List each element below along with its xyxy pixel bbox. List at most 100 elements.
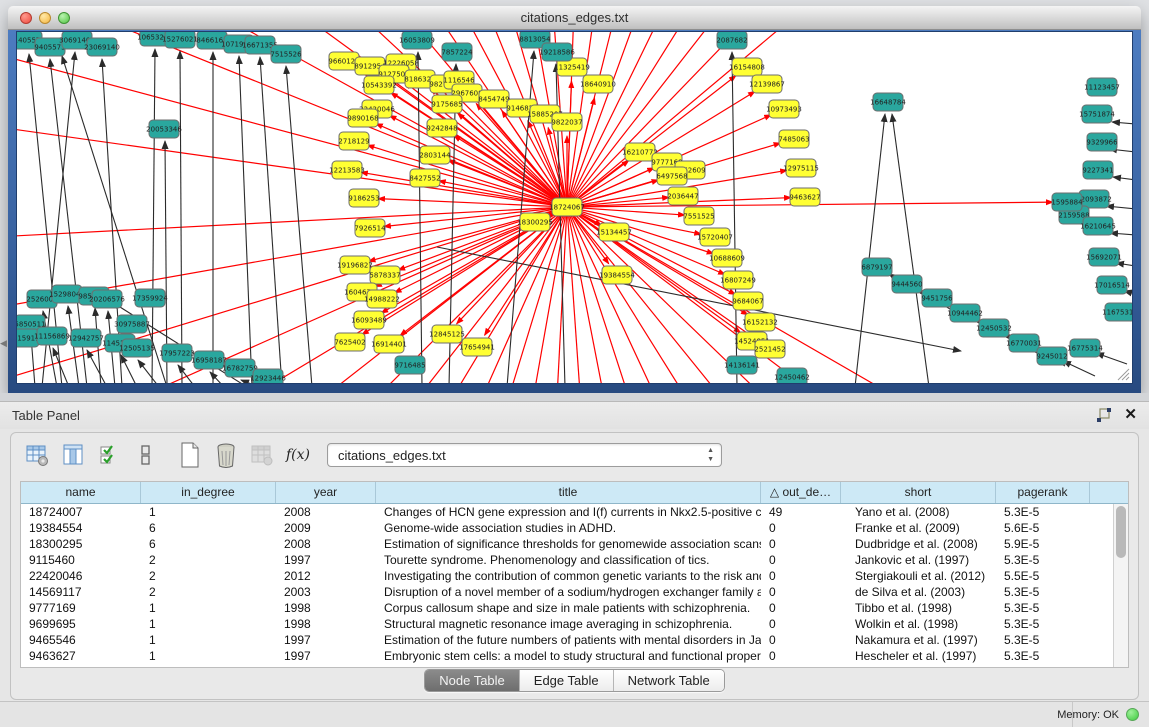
edge[interactable] bbox=[138, 360, 159, 384]
graph-node[interactable]: 18640910 bbox=[580, 75, 616, 93]
table-cell[interactable]: 0 bbox=[761, 616, 841, 632]
graph-node[interactable]: 14136141 bbox=[724, 356, 760, 374]
close-window-button[interactable] bbox=[20, 12, 32, 24]
table-cell[interactable]: 5.6E-5 bbox=[996, 520, 1090, 536]
graph-node[interactable]: 2087682 bbox=[716, 32, 747, 49]
table-cell[interactable]: 0 bbox=[761, 632, 841, 648]
table-cell[interactable]: 18724007 bbox=[21, 504, 141, 520]
graph-node[interactable]: 7926514 bbox=[354, 219, 386, 237]
table-cell[interactable]: 0 bbox=[761, 584, 841, 600]
table-cell[interactable]: 1 bbox=[141, 632, 276, 648]
table-cell[interactable]: 6 bbox=[141, 536, 276, 552]
table-row[interactable]: 969969511998Structural magnetic resonanc… bbox=[21, 616, 1113, 632]
column-header-in-degree[interactable]: in_degree bbox=[141, 482, 276, 503]
table-cell[interactable]: 1 bbox=[141, 648, 276, 664]
table-row[interactable]: 1872400712008Changes of HCN gene express… bbox=[21, 504, 1113, 520]
graph-node[interactable]: 12942757 bbox=[68, 329, 104, 347]
resize-grip[interactable] bbox=[1116, 367, 1130, 381]
graph-node[interactable]: 9716485 bbox=[394, 356, 425, 374]
graph-node[interactable]: 23069140 bbox=[84, 38, 120, 56]
table-cell[interactable]: Embryonic stem cells: a model to study s… bbox=[376, 648, 761, 664]
table-cell[interactable]: Disruption of a novel member of a sodium… bbox=[376, 584, 761, 600]
tab-node-table[interactable]: Node Table bbox=[425, 670, 520, 691]
graph-node[interactable]: 16807249 bbox=[720, 271, 756, 289]
graph-node[interactable]: 10688609 bbox=[709, 249, 745, 267]
maximize-window-button[interactable] bbox=[58, 12, 70, 24]
graph-node[interactable]: 16648784 bbox=[870, 93, 906, 111]
table-cell[interactable]: 2008 bbox=[276, 504, 376, 520]
table-row[interactable]: 1830029562008Estimation of significance … bbox=[21, 536, 1113, 552]
table-cell[interactable]: 2 bbox=[141, 552, 276, 568]
graph-node[interactable]: 2521452 bbox=[754, 340, 785, 358]
edge[interactable] bbox=[1110, 233, 1132, 235]
graph-node[interactable]: 16053809 bbox=[399, 32, 435, 49]
table-cell[interactable]: 5.5E-5 bbox=[996, 568, 1090, 584]
import-table-button[interactable] bbox=[249, 441, 275, 469]
edge[interactable] bbox=[567, 32, 1012, 207]
table-cell[interactable]: Estimation of significance thresholds fo… bbox=[376, 536, 761, 552]
graph-node[interactable]: 15720407 bbox=[697, 228, 733, 246]
table-cell[interactable]: 5.3E-5 bbox=[996, 552, 1090, 568]
table-cell[interactable]: 1997 bbox=[276, 648, 376, 664]
table-cell[interactable]: Investigating the contribution of common… bbox=[376, 568, 761, 584]
graph-node[interactable]: 6879197 bbox=[861, 258, 892, 276]
table-cell[interactable]: 1 bbox=[141, 504, 276, 520]
graph-node[interactable]: 8454749 bbox=[478, 90, 509, 108]
table-cell[interactable]: 0 bbox=[761, 600, 841, 616]
column-settings-button[interactable] bbox=[25, 441, 51, 469]
column-header-short[interactable]: short bbox=[841, 482, 996, 503]
table-row[interactable]: 2242004622012Investigating the contribut… bbox=[21, 568, 1113, 584]
table-row[interactable]: 946362711997Embryonic stem cells: a mode… bbox=[21, 648, 1113, 664]
graph-node[interactable]: 14988222 bbox=[364, 290, 400, 308]
delete-column-button[interactable] bbox=[213, 441, 239, 469]
graph-node[interactable]: 7485063 bbox=[778, 130, 809, 148]
edge[interactable] bbox=[286, 66, 312, 384]
graph-node[interactable]: 12975115 bbox=[783, 159, 819, 177]
graph-node[interactable]: 16154808 bbox=[729, 58, 765, 76]
graph-node[interactable]: 18300295 bbox=[517, 213, 553, 231]
graph-node[interactable]: 12923446 bbox=[250, 369, 286, 384]
edge[interactable] bbox=[1106, 206, 1132, 209]
table-cell[interactable]: 1 bbox=[141, 600, 276, 616]
table-cell[interactable]: 1998 bbox=[276, 600, 376, 616]
graph-node[interactable]: 16210645 bbox=[1080, 217, 1116, 235]
close-panel-icon[interactable]: ✕ bbox=[1124, 407, 1137, 423]
table-cell[interactable]: 9777169 bbox=[21, 600, 141, 616]
table-cell[interactable]: 0 bbox=[761, 552, 841, 568]
graph-node[interactable]: 15751874 bbox=[1079, 105, 1115, 123]
graph-node[interactable]: 9822037 bbox=[551, 113, 582, 131]
edge[interactable] bbox=[1112, 122, 1132, 124]
table-selector-dropdown[interactable]: citations_edges.txt ▲▼ bbox=[327, 443, 722, 467]
tab-network-table[interactable]: Network Table bbox=[614, 670, 724, 691]
graph-node[interactable]: 9684067 bbox=[732, 292, 763, 310]
graph-node[interactable]: 7857224 bbox=[441, 43, 473, 61]
float-panel-icon[interactable] bbox=[1096, 408, 1112, 423]
select-rows-button[interactable] bbox=[97, 441, 123, 469]
table-row[interactable]: 1938455462009Genome-wide association stu… bbox=[21, 520, 1113, 536]
column-header-pagerank[interactable]: pagerank bbox=[996, 482, 1090, 503]
graph-node[interactable]: 15692071 bbox=[1086, 248, 1122, 266]
table-cell[interactable]: Yano et al. (2008) bbox=[841, 504, 996, 520]
column-header-out-degree[interactable]: △ out_de… bbox=[761, 482, 841, 503]
memory-ok-indicator[interactable] bbox=[1126, 708, 1139, 721]
table-cell[interactable]: 9463627 bbox=[21, 648, 141, 664]
table-cell[interactable]: 0 bbox=[761, 568, 841, 584]
graph-node[interactable]: 12213583 bbox=[329, 161, 365, 179]
graph-node[interactable]: 15276021 bbox=[162, 32, 198, 48]
graph-node[interactable]: 19384554 bbox=[599, 266, 635, 284]
minimize-window-button[interactable] bbox=[39, 12, 51, 24]
table-cell[interactable]: 5.3E-5 bbox=[996, 504, 1090, 520]
table-cell[interactable]: 9465546 bbox=[21, 632, 141, 648]
graph-node[interactable]: 17654941 bbox=[459, 338, 495, 356]
table-cell[interactable]: 5.9E-5 bbox=[996, 536, 1090, 552]
graph-node[interactable]: 9186253 bbox=[348, 189, 379, 207]
edge[interactable] bbox=[239, 56, 252, 384]
table-cell[interactable]: 14569117 bbox=[21, 584, 141, 600]
graph-node[interactable]: 16093489 bbox=[351, 311, 387, 329]
graph-node[interactable]: 20206576 bbox=[89, 290, 125, 308]
graph-node[interactable]: 2036447 bbox=[667, 187, 698, 205]
graph-node[interactable]: 11156869 bbox=[34, 327, 70, 345]
graph-node[interactable]: 9242848 bbox=[426, 119, 457, 137]
table-cell[interactable]: Franke et al. (2009) bbox=[841, 520, 996, 536]
new-column-button[interactable] bbox=[177, 441, 203, 469]
